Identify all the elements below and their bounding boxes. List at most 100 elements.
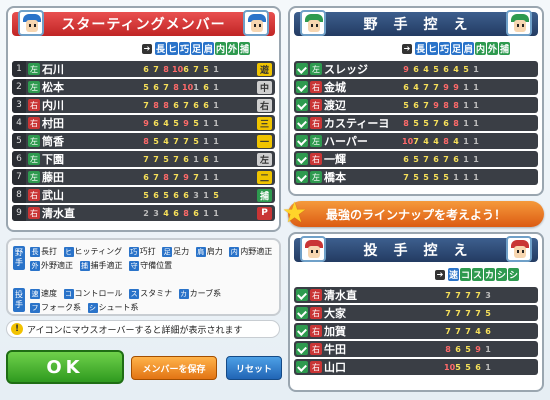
player-row[interactable]: 右加賀 7 7 7 4 6 <box>294 323 538 339</box>
select-check-icon[interactable] <box>296 289 308 301</box>
player-name[interactable]: 牛田 <box>324 341 346 357</box>
stat-value: 7 <box>423 154 429 164</box>
player-row[interactable]: 7 左藤田 6 7 8 7 9 7 1 1 二 <box>12 169 275 185</box>
select-check-icon[interactable] <box>296 153 308 165</box>
select-check-icon[interactable] <box>296 135 308 147</box>
ok-button[interactable]: OK <box>6 350 124 384</box>
player-row[interactable]: 6 左下園 7 7 5 7 6 1 6 1 左 <box>12 151 275 167</box>
player-name[interactable]: 清水直 <box>324 287 357 303</box>
column-header-0[interactable]: 長 <box>415 42 426 55</box>
player-row[interactable]: 右清水直 7 7 7 7 3 <box>294 287 538 303</box>
column-header-5[interactable]: シ <box>508 268 519 281</box>
player-row[interactable]: 右カスティーヨ 8 5 5 7 6 8 1 1 <box>294 115 538 131</box>
column-header-2[interactable]: ス <box>472 268 483 281</box>
stat-value: 1 <box>463 118 469 128</box>
player-row[interactable]: 右渡辺 5 6 7 9 8 8 1 1 <box>294 97 538 113</box>
select-check-icon[interactable] <box>296 63 308 75</box>
player-stats: 10 7 4 4 8 4 1 1 <box>402 137 480 146</box>
position-badge[interactable]: 中 <box>257 80 272 94</box>
player-row[interactable]: 3 右内川 7 8 8 6 7 6 6 1 右 <box>12 97 275 113</box>
position-badge[interactable]: 遊 <box>257 62 272 76</box>
column-header-4[interactable]: シ <box>496 268 507 281</box>
position-badge[interactable]: 右 <box>257 98 272 112</box>
select-check-icon[interactable] <box>296 171 308 183</box>
player-name[interactable]: 山口 <box>324 359 346 375</box>
column-header-3[interactable]: 足 <box>191 42 202 55</box>
player-row[interactable]: 9 右清水直 2 3 4 6 8 6 1 1 P <box>12 205 275 221</box>
player-name[interactable]: 下園 <box>42 151 64 167</box>
column-header-0[interactable]: 速 <box>448 268 459 281</box>
reset-button[interactable]: リセット <box>226 356 282 380</box>
player-name[interactable]: 石川 <box>42 61 64 77</box>
player-name[interactable]: 内川 <box>42 97 64 113</box>
stat-value: 6 <box>153 118 159 128</box>
column-header-5[interactable]: 内 <box>215 42 226 55</box>
player-name[interactable]: 渡辺 <box>324 97 346 113</box>
stat-value: 10 <box>444 362 456 372</box>
player-name[interactable]: ハーパー <box>324 133 368 149</box>
select-check-icon[interactable] <box>296 361 308 373</box>
position-badge[interactable]: 三 <box>257 116 272 130</box>
column-header-5[interactable]: 内 <box>475 42 486 55</box>
player-row[interactable]: 4 右村田 9 6 4 5 9 5 1 1 三 <box>12 115 275 131</box>
column-header-2[interactable]: 巧 <box>439 42 450 55</box>
player-row[interactable]: 右山口 10 5 5 6 1 <box>294 359 538 375</box>
select-check-icon[interactable] <box>296 325 308 337</box>
save-members-button[interactable]: メンバーを保存 <box>131 356 217 380</box>
select-check-icon[interactable] <box>296 343 308 355</box>
column-header-1[interactable]: ヒ <box>427 42 438 55</box>
column-header-7[interactable]: 捕 <box>499 42 510 55</box>
player-name[interactable]: 武山 <box>42 187 64 203</box>
column-header-3[interactable]: 足 <box>451 42 462 55</box>
player-name[interactable]: 清水直 <box>42 205 75 221</box>
player-name[interactable]: 藤田 <box>42 169 64 185</box>
position-badge[interactable]: 捕 <box>257 188 272 202</box>
stat-value: 1 <box>203 208 209 218</box>
player-name[interactable]: カスティーヨ <box>324 115 389 131</box>
player-row[interactable]: 右一輝 6 5 7 6 7 6 1 1 <box>294 151 538 167</box>
select-check-icon[interactable] <box>296 81 308 93</box>
player-name[interactable]: 橋本 <box>324 169 346 185</box>
handedness-badge: 右 <box>28 207 40 219</box>
stat-value: 1 <box>463 100 469 110</box>
position-badge[interactable]: P <box>257 206 272 220</box>
player-row[interactable]: 1 左石川 6 7 8 10 6 7 5 1 遊 <box>12 61 275 77</box>
player-name[interactable]: スレッジ <box>324 61 368 77</box>
sort-arrow-icon[interactable]: ➔ <box>142 43 152 54</box>
player-name[interactable]: 筒香 <box>42 133 64 149</box>
player-row[interactable]: 右大家 7 7 7 7 5 <box>294 305 538 321</box>
column-header-0[interactable]: 長 <box>155 42 166 55</box>
sort-arrow-icon[interactable]: ➔ <box>402 43 412 54</box>
legend-tag: ス <box>129 289 140 299</box>
player-row[interactable]: 2 左松本 5 6 7 8 10 1 6 1 中 <box>12 79 275 95</box>
player-name[interactable]: 金城 <box>324 79 346 95</box>
position-badge[interactable]: 左 <box>257 152 272 166</box>
player-name[interactable]: 大家 <box>324 305 346 321</box>
column-header-4[interactable]: 肩 <box>203 42 214 55</box>
player-row[interactable]: 左ハーパー 10 7 4 4 8 4 1 1 <box>294 133 538 149</box>
column-header-2[interactable]: 巧 <box>179 42 190 55</box>
position-badge[interactable]: 二 <box>257 170 272 184</box>
player-row[interactable]: 左スレッジ 9 6 4 5 6 4 5 1 <box>294 61 538 77</box>
column-header-6[interactable]: 外 <box>487 42 498 55</box>
sort-arrow-icon[interactable]: ➔ <box>435 269 445 280</box>
position-badge[interactable]: 一 <box>257 134 272 148</box>
player-name[interactable]: 一輝 <box>324 151 346 167</box>
select-check-icon[interactable] <box>296 307 308 319</box>
player-row[interactable]: 左橋本 7 5 5 5 5 1 1 1 <box>294 169 538 185</box>
column-header-3[interactable]: カ <box>484 268 495 281</box>
select-check-icon[interactable] <box>296 117 308 129</box>
column-header-1[interactable]: ヒ <box>167 42 178 55</box>
column-header-1[interactable]: コ <box>460 268 471 281</box>
player-row[interactable]: 5 左筒香 8 5 4 7 7 5 1 1 一 <box>12 133 275 149</box>
player-name[interactable]: 松本 <box>42 79 64 95</box>
select-check-icon[interactable] <box>296 99 308 111</box>
player-row[interactable]: 右牛田 8 6 5 9 1 <box>294 341 538 357</box>
player-row[interactable]: 8 右武山 5 6 5 6 6 3 1 5 捕 <box>12 187 275 203</box>
player-row[interactable]: 右金城 6 4 7 7 9 9 1 1 <box>294 79 538 95</box>
column-header-6[interactable]: 外 <box>227 42 238 55</box>
player-name[interactable]: 加賀 <box>324 323 346 339</box>
column-header-4[interactable]: 肩 <box>463 42 474 55</box>
column-header-7[interactable]: 捕 <box>239 42 250 55</box>
player-name[interactable]: 村田 <box>42 115 64 131</box>
